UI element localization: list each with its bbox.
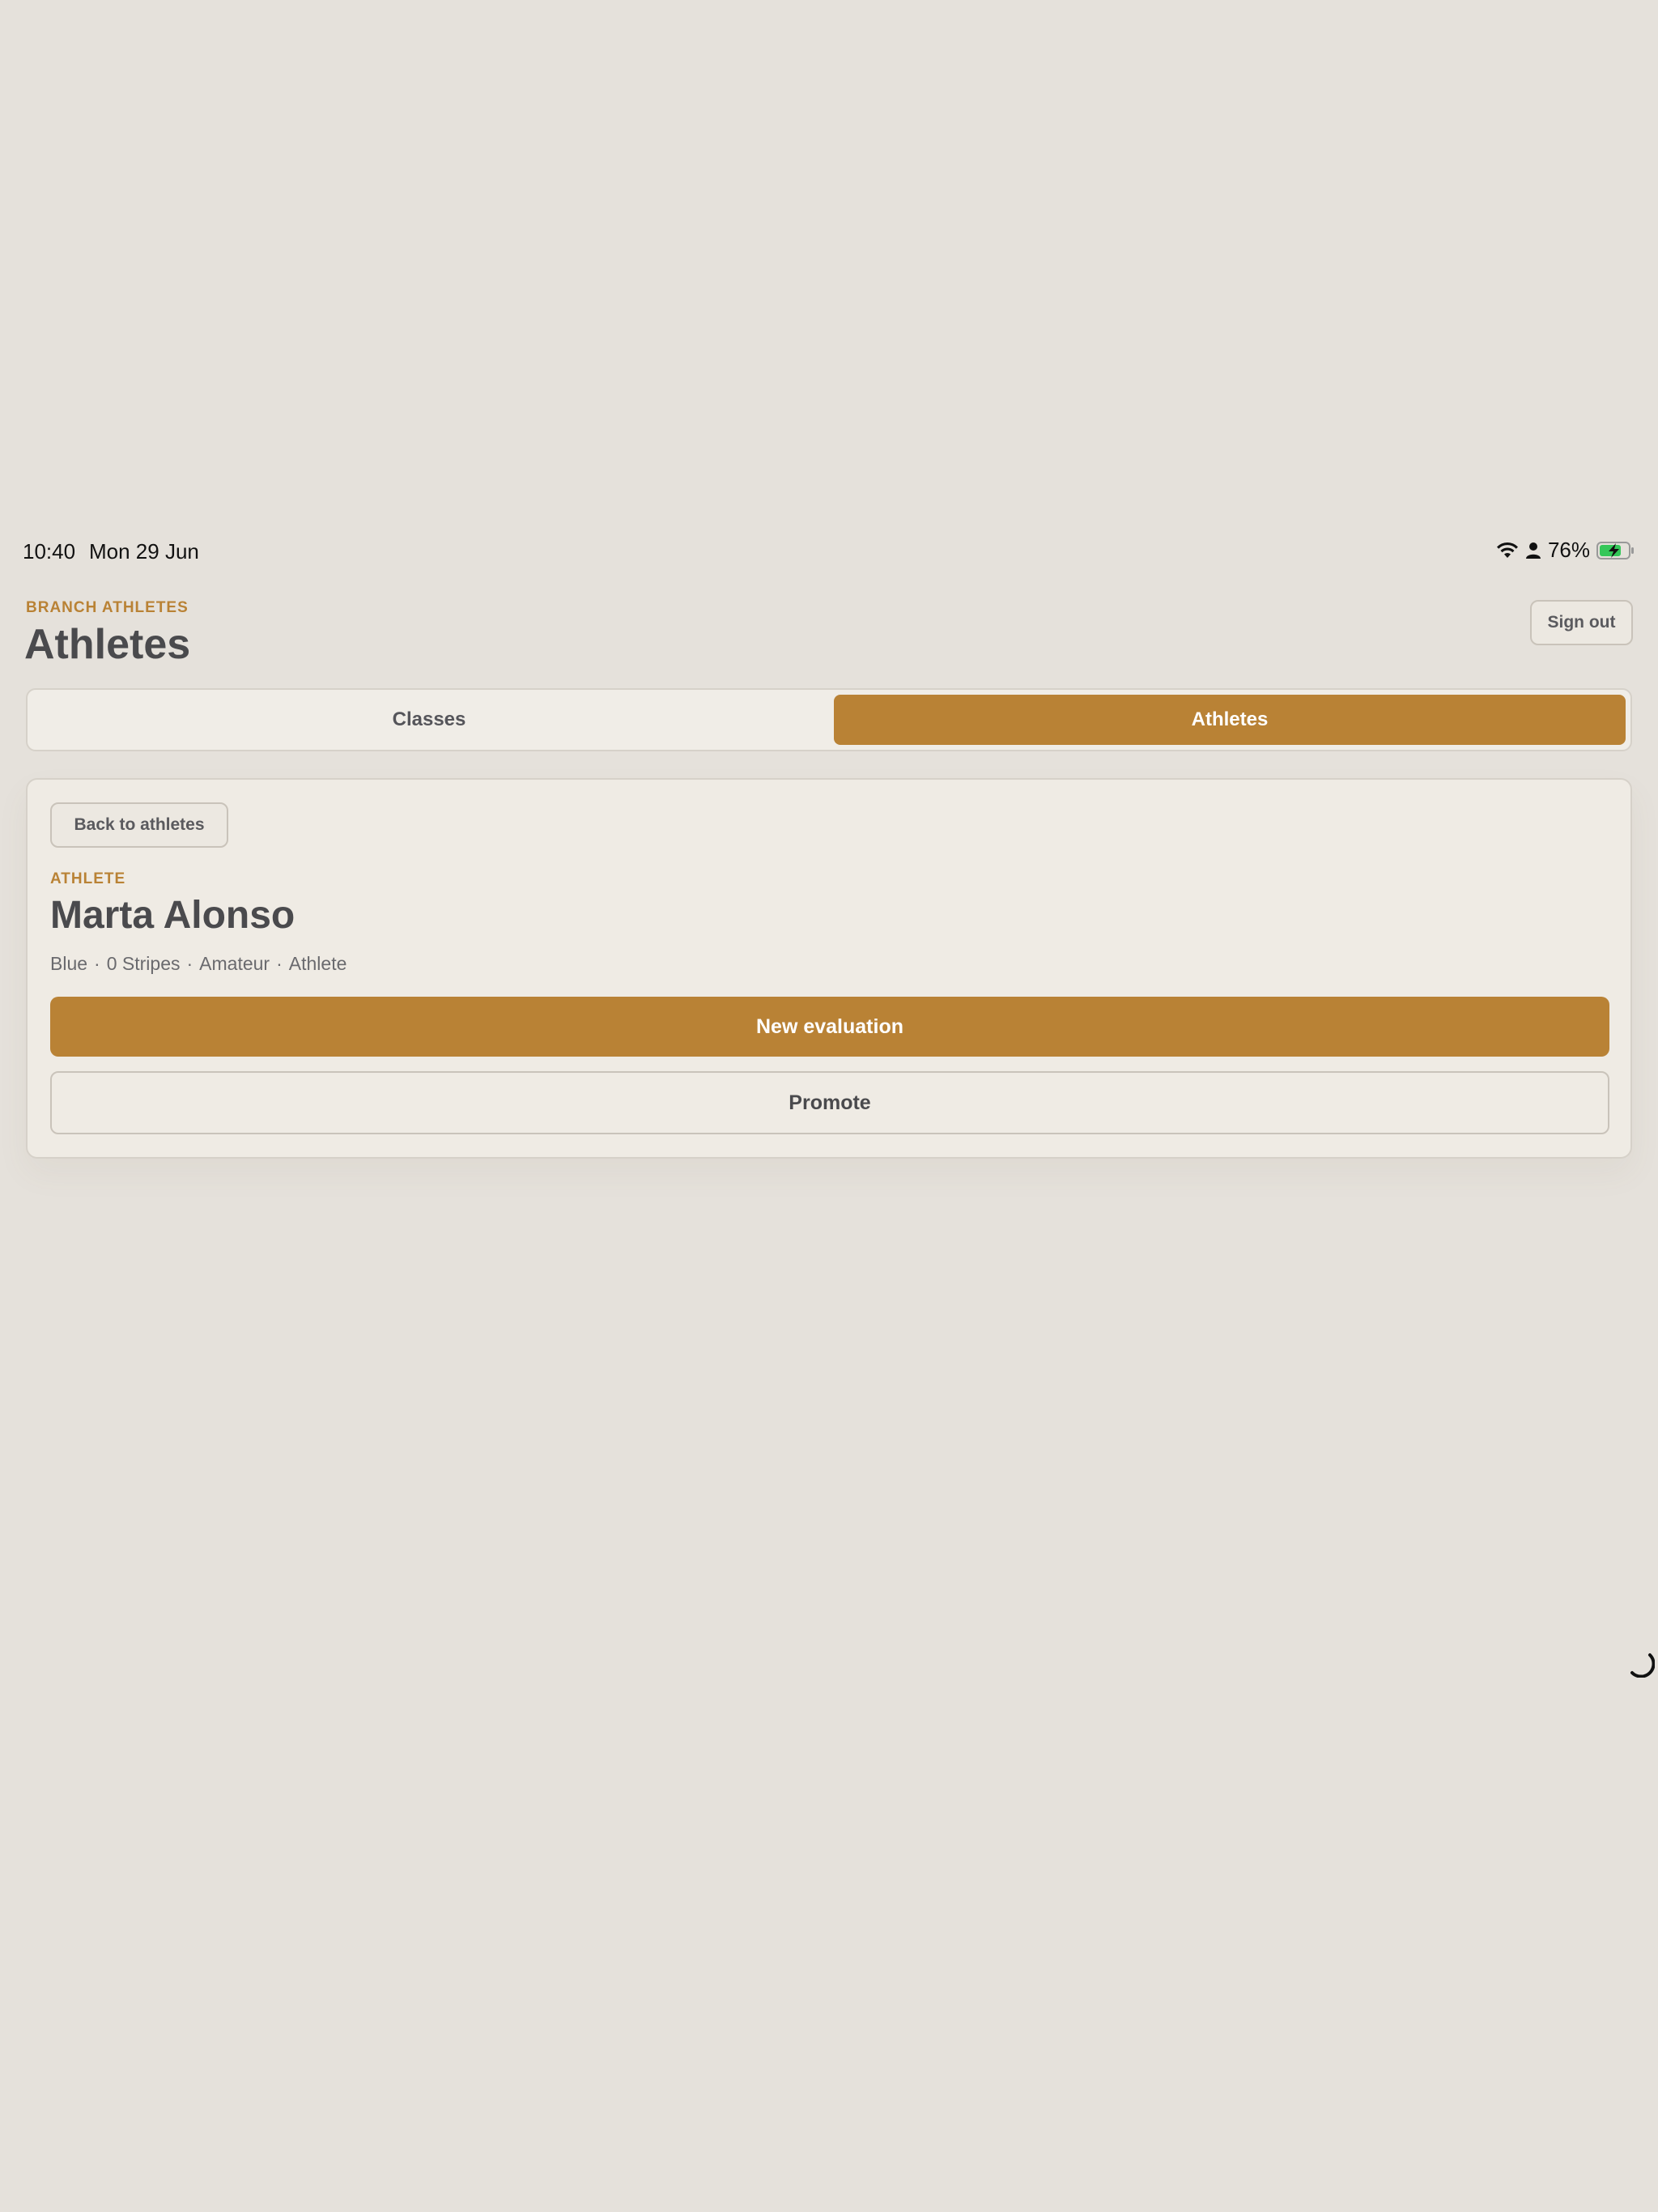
battery-charging-icon bbox=[1596, 541, 1635, 560]
status-date: Mon 29 Jun bbox=[89, 539, 199, 564]
athlete-belt: Blue bbox=[50, 953, 88, 974]
tab-athletes[interactable]: Athletes bbox=[834, 695, 1626, 745]
status-bar: 10:40 Mon 29 Jun 76% bbox=[0, 536, 1658, 568]
athlete-level: Amateur bbox=[199, 953, 270, 974]
header-eyebrow: BRANCH ATHLETES bbox=[26, 599, 189, 616]
status-indicators: 76% bbox=[1496, 538, 1635, 563]
segmented-tabs: Classes Athletes bbox=[26, 688, 1632, 751]
meta-separator: · bbox=[94, 953, 100, 974]
tab-classes[interactable]: Classes bbox=[32, 695, 826, 745]
athlete-stripes: 0 Stripes bbox=[106, 953, 181, 974]
sign-out-button[interactable]: Sign out bbox=[1530, 600, 1633, 645]
athlete-meta: Blue · 0 Stripes · Amateur · Athlete bbox=[50, 953, 346, 975]
battery-percentage: 76% bbox=[1547, 538, 1590, 562]
page-title: Athletes bbox=[24, 621, 191, 668]
new-evaluation-button[interactable]: New evaluation bbox=[50, 997, 1609, 1057]
loading-spinner-icon bbox=[1627, 1650, 1656, 1678]
promote-button[interactable]: Promote bbox=[50, 1071, 1609, 1134]
athlete-detail-card: Back to athletes ATHLETE Marta Alonso Bl… bbox=[26, 778, 1632, 1159]
app-screen: 10:40 Mon 29 Jun 76% BRANCH ATHLETES Ath… bbox=[0, 0, 1658, 2212]
back-to-athletes-button[interactable]: Back to athletes bbox=[50, 802, 228, 848]
meta-separator: · bbox=[186, 953, 193, 974]
status-time: 10:40 bbox=[23, 539, 76, 564]
wifi-icon bbox=[1496, 542, 1519, 559]
person-icon bbox=[1525, 542, 1541, 559]
athlete-eyebrow: ATHLETE bbox=[50, 870, 126, 887]
athlete-name: Marta Alonso bbox=[50, 894, 295, 937]
athlete-role: Athlete bbox=[288, 953, 347, 974]
meta-separator: · bbox=[276, 953, 283, 974]
